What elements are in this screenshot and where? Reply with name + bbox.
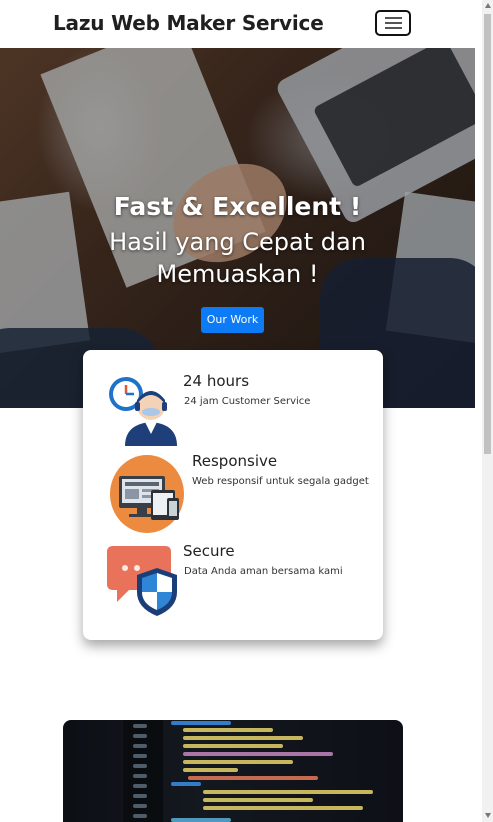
feature-desc-responsive: Web responsif untuk segala gadget [192, 476, 369, 487]
code-line [133, 804, 147, 808]
responsive-devices-icon [109, 454, 185, 534]
code-line [183, 768, 238, 772]
code-line [183, 752, 333, 756]
code-line [133, 784, 147, 788]
code-line [133, 774, 147, 778]
code-line [183, 728, 273, 732]
feature-desc-24-hours: 24 jam Customer Service [184, 396, 311, 407]
code-screenshot-image [63, 720, 403, 822]
code-line [203, 790, 373, 794]
feature-desc-secure: Data Anda aman bersama kami [184, 566, 343, 577]
page-scrollbar[interactable] [482, 0, 493, 822]
feature-title-secure: Secure [183, 542, 235, 560]
code-line [133, 744, 147, 748]
customer-service-clock-icon [107, 374, 179, 446]
menu-bar [385, 22, 402, 24]
code-line [133, 724, 147, 728]
code-line [171, 782, 201, 786]
menu-bar [385, 17, 402, 19]
code-line [133, 754, 147, 758]
page: Lazu Web Maker Service Fast & Excellent … [0, 0, 482, 822]
scroll-down-arrow-icon[interactable] [484, 813, 491, 818]
code-line [171, 818, 231, 822]
code-line [183, 736, 303, 740]
code-line [203, 806, 363, 810]
code-line [203, 798, 313, 802]
code-line [133, 764, 147, 768]
code-line [133, 814, 147, 818]
code-line [183, 760, 293, 764]
scroll-up-arrow-icon[interactable] [484, 3, 491, 8]
hamburger-menu-icon[interactable] [375, 10, 411, 36]
hero-title: Fast & Excellent ! [113, 192, 362, 221]
code-line [133, 734, 147, 738]
navbar: Lazu Web Maker Service [0, 0, 482, 48]
secure-shield-chat-icon [107, 544, 179, 618]
feature-title-responsive: Responsive [192, 452, 278, 470]
brand-title[interactable]: Lazu Web Maker Service [53, 11, 324, 35]
menu-bar [385, 27, 402, 29]
code-line [133, 794, 147, 798]
scrollbar-thumb[interactable] [484, 14, 491, 454]
code-line [188, 776, 318, 780]
code-line [183, 744, 283, 748]
our-work-button[interactable]: Our Work [201, 307, 264, 333]
hero-subtitle: Hasil yang Cepat dan Memuaskan ! [109, 228, 366, 288]
code-line [171, 721, 231, 725]
features-card: 24 hours 24 jam Customer Service Respons… [83, 350, 383, 640]
feature-title-24-hours: 24 hours [183, 372, 250, 390]
